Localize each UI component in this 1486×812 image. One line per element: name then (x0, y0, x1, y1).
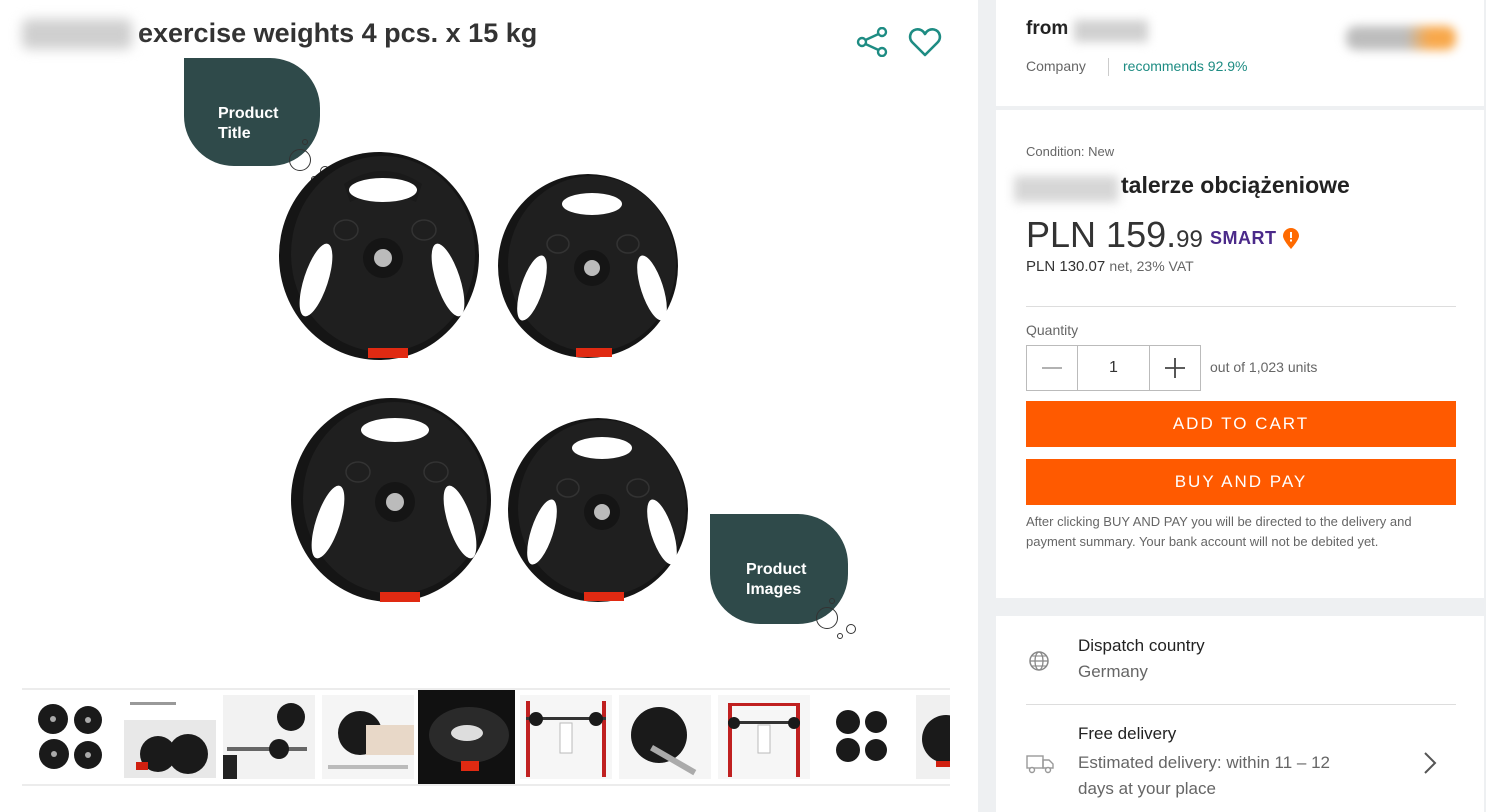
thumbnail[interactable] (22, 690, 119, 784)
weight-plate-image (498, 174, 678, 358)
thumbnail-image (428, 707, 509, 771)
thumbnail[interactable] (220, 690, 317, 784)
annotation-line: Product (218, 105, 279, 122)
dispatch-country-value: Germany (1078, 662, 1148, 681)
condition-label: Condition: New (1026, 144, 1115, 159)
thumbnail[interactable] (121, 690, 218, 784)
divider (1026, 306, 1456, 307)
product-gallery-panel: exercise weights 4 pcs. x 15 kg Product … (0, 0, 978, 812)
brand-name-redacted (1014, 176, 1118, 202)
annotation-line: Images (746, 581, 802, 598)
dispatch-country-label: Dispatch country (1078, 636, 1205, 655)
annotation-dot (837, 633, 843, 639)
offer-product-name: talerze obciążeniowe (1121, 172, 1350, 198)
weight-plate-image (291, 398, 491, 602)
thumbnail[interactable] (616, 690, 713, 784)
stock-info: out of 1,023 units (1210, 359, 1318, 375)
seller-card: from Company recommends 92.9% (996, 0, 1484, 106)
annotation-line: Product (746, 561, 807, 578)
heart-icon[interactable] (908, 26, 942, 58)
truck-icon (1026, 755, 1054, 774)
thumbnail-image (717, 695, 810, 779)
globe-icon (1029, 651, 1049, 671)
seller-type: Company (1026, 58, 1086, 74)
product-title: exercise weights 4 pcs. x 15 kg (138, 18, 538, 48)
quantity-stepper: 1 (1026, 345, 1201, 391)
chevron-right-icon[interactable] (1422, 750, 1438, 776)
divider (1026, 704, 1456, 705)
main-product-image[interactable] (270, 150, 700, 610)
increase-quantity-button[interactable] (1150, 346, 1200, 390)
thumbnail[interactable] (715, 690, 812, 784)
seller-name-redacted[interactable] (1074, 20, 1148, 42)
quantity-label: Quantity (1026, 322, 1079, 338)
annotation-dot (302, 139, 308, 145)
price-whole: 159. (1106, 214, 1177, 255)
price-currency: PLN (1026, 214, 1097, 255)
price: PLN 159.99 (1026, 214, 1203, 256)
brand-name-redacted (22, 18, 132, 49)
divider (1108, 58, 1109, 76)
vat-label: net, 23% VAT (1109, 258, 1194, 274)
thumbnail-image (123, 696, 216, 778)
annotation-dot (829, 598, 835, 604)
buy-and-pay-button[interactable]: BUY AND PAY (1026, 459, 1456, 505)
share-icon[interactable] (856, 27, 890, 57)
price-decimal: 99 (1176, 226, 1203, 253)
weight-plate-image (508, 418, 688, 602)
shipping-card: Dispatch country Germany Free delivery E… (996, 616, 1484, 812)
annotation-dot (846, 624, 856, 634)
net-price: PLN 130.07 net, 23% VAT (1026, 258, 1194, 275)
seller-recommendation[interactable]: recommends 92.9% (1123, 58, 1248, 74)
from-label: from (1026, 18, 1069, 39)
thumbnail[interactable] (319, 690, 416, 784)
smart-badge: SMART (1210, 228, 1277, 248)
add-to-cart-button[interactable]: ADD TO CART (1026, 401, 1456, 447)
plus-icon (1165, 358, 1185, 378)
thumbnail-selected[interactable] (418, 690, 515, 784)
thumbnail-image (321, 695, 414, 779)
thumbnail[interactable] (517, 690, 614, 784)
thumbnail-image (222, 695, 315, 779)
seller-logo-redacted (1346, 26, 1456, 50)
quantity-input[interactable]: 1 (1077, 346, 1150, 390)
decrease-quantity-button[interactable] (1027, 346, 1077, 390)
thumbnail-image (618, 695, 711, 779)
delivery-label: Free delivery (1078, 724, 1177, 743)
net-price-value: PLN 130.07 (1026, 258, 1106, 275)
weight-plate-image (279, 152, 479, 360)
delivery-estimate: Estimated delivery: within 11 – 12 days … (1078, 753, 1330, 798)
thumbnail-image (519, 695, 612, 779)
thumbnail[interactable] (814, 690, 911, 784)
thumbnail-image (835, 710, 887, 762)
buy-note: After clicking BUY AND PAY you will be d… (1026, 514, 1412, 549)
product-title-row: exercise weights 4 pcs. x 15 kg (22, 18, 537, 49)
smart-pin-icon (1283, 228, 1299, 249)
offer-card: Condition: New talerze obciążeniowe PLN … (996, 110, 1484, 598)
thumbnail[interactable] (913, 690, 950, 784)
annotation-dot (816, 607, 838, 629)
thumbnail-image (37, 704, 102, 769)
minus-icon (1042, 367, 1062, 369)
thumbnail-strip[interactable] (22, 688, 950, 786)
thumbnail-image (915, 695, 950, 779)
